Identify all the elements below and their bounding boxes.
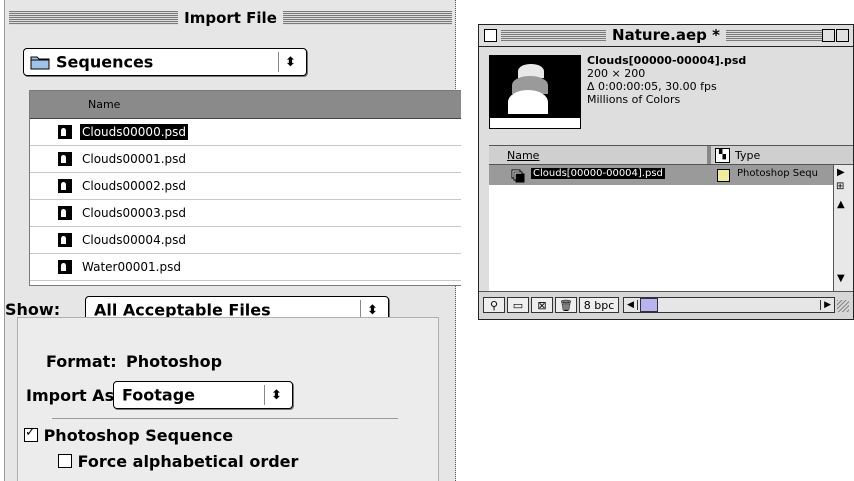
import-as-popup[interactable]: Footage ⬍ <box>113 381 293 409</box>
vertical-scrollbar[interactable]: ▶ ⊞ ▲ ▼ <box>833 165 853 291</box>
import-as-value: Footage <box>122 385 196 405</box>
flowchart-icon[interactable]: ⊞ <box>836 181 844 192</box>
new-folder-icon[interactable]: ▭ <box>507 297 529 313</box>
psd-file-icon <box>58 233 72 247</box>
footage-duration: Δ 0:00:00:05, 30.00 fps <box>587 80 717 93</box>
zoom-box-icon[interactable] <box>836 29 849 42</box>
collapse-box-icon[interactable] <box>822 29 835 42</box>
force-alphabetical-label: Force alphabetical order <box>77 452 299 471</box>
popup-arrows-icon: ⬍ <box>278 52 302 72</box>
file-row[interactable]: Clouds00001.psd <box>30 146 461 173</box>
list-header-name: Name <box>88 98 121 111</box>
file-row[interactable]: Water00001.psd <box>30 254 461 281</box>
file-row[interactable]: Clouds00003.psd <box>30 200 461 227</box>
trash-icon[interactable]: 🗑 <box>555 297 577 313</box>
footage-size: 200 × 200 <box>587 67 646 80</box>
psd-file-icon <box>58 206 72 220</box>
folder-icon <box>30 54 50 70</box>
folder-popup-label: Sequences <box>56 52 154 72</box>
project-item-type: Photoshop Sequ <box>737 168 818 179</box>
column-header-name[interactable]: Name <box>507 149 539 162</box>
list-header[interactable]: Name <box>30 91 461 119</box>
bit-depth-button[interactable]: 8 bpc <box>579 297 619 313</box>
project-title-bar[interactable]: Nature.aep * <box>479 25 853 47</box>
checkbox-unchecked-icon <box>58 454 72 468</box>
file-row[interactable]: Clouds00002.psd <box>30 173 461 200</box>
photoshop-sequence-label: Photoshop Sequence <box>43 426 234 445</box>
footage-info: Clouds[00000-00004].psd 200 × 200 Δ 0:00… <box>587 54 746 106</box>
project-window: Nature.aep * Clouds[00000-00004].psd 200… <box>478 24 854 320</box>
psd-file-icon <box>58 260 72 274</box>
project-item-name: Clouds[00000-00004].psd <box>531 168 665 179</box>
project-item-list[interactable]: Clouds[00000-00004].psd Photoshop Sequ <box>489 165 839 291</box>
psd-file-icon <box>58 152 72 166</box>
file-row-partial[interactable] <box>30 281 461 285</box>
divider <box>52 418 398 419</box>
column-header-type[interactable]: Type <box>735 149 760 162</box>
file-name: Clouds00003.psd <box>82 206 187 220</box>
file-name: Water00001.psd <box>82 260 181 274</box>
checkbox-checked-icon <box>24 425 38 442</box>
resize-grip-icon[interactable] <box>837 300 849 312</box>
psd-file-icon <box>58 179 72 193</box>
sequence-stack-icon <box>511 168 525 183</box>
format-label: Format: <box>46 352 117 371</box>
import-file-dialog: Import File Sequences ⬍ Name Clouds00000… <box>4 0 461 481</box>
new-composition-icon[interactable]: ⊠ <box>531 297 553 313</box>
dialog-title: Import File <box>178 9 283 27</box>
folder-popup[interactable]: Sequences ⬍ <box>23 48 307 76</box>
horizontal-scrollbar[interactable]: ◀ ▶ <box>623 297 835 313</box>
project-column-headers: Name ▚ Type <box>489 145 853 165</box>
footage-colors: Millions of Colors <box>587 93 681 106</box>
footage-thumbnail <box>489 55 581 129</box>
import-options-panel: Format: Photoshop Import As: Footage ⬍ P… <box>17 317 439 481</box>
project-bottom-toolbar: ⚲ ▭ ⊠ 🗑 8 bpc ◀ ▶ <box>479 291 853 319</box>
file-name: Clouds00002.psd <box>82 179 187 193</box>
file-row[interactable]: Clouds00000.psd <box>30 119 461 146</box>
scroll-down-arrow-icon[interactable]: ▼ <box>837 273 845 284</box>
popup-arrows-icon: ⬍ <box>264 385 288 405</box>
scroll-left-arrow-icon[interactable]: ◀ <box>624 300 638 310</box>
project-item-row[interactable]: Clouds[00000-00004].psd Photoshop Sequ <box>489 165 839 185</box>
flowchart-arrow-icon[interactable]: ▶ <box>837 167 845 178</box>
photoshop-sequence-checkbox[interactable]: Photoshop Sequence <box>24 425 234 445</box>
column-divider[interactable] <box>707 146 711 164</box>
label-column-icon[interactable]: ▚ <box>715 148 730 163</box>
file-row[interactable]: Clouds00004.psd <box>30 227 461 254</box>
format-value: Photoshop <box>126 352 223 371</box>
file-name: Clouds00000.psd <box>80 124 189 140</box>
file-name: Clouds00004.psd <box>82 233 187 247</box>
scroll-right-arrow-icon[interactable]: ▶ <box>820 300 834 310</box>
footage-name: Clouds[00000-00004].psd <box>587 54 747 67</box>
force-alphabetical-checkbox[interactable]: Force alphabetical order <box>58 452 298 471</box>
find-binoculars-icon[interactable]: ⚲ <box>483 297 505 313</box>
project-title: Nature.aep * <box>606 26 726 44</box>
file-name: Clouds00001.psd <box>82 152 187 166</box>
file-list[interactable]: Name Clouds00000.psd Clouds00001.psd Clo… <box>29 90 461 286</box>
psd-file-icon <box>58 125 72 139</box>
scroll-thumb[interactable] <box>639 298 658 312</box>
scroll-up-arrow-icon[interactable]: ▲ <box>837 199 845 210</box>
dialog-title-bar[interactable]: Import File <box>5 4 456 34</box>
import-as-label: Import As: <box>26 386 121 405</box>
label-color-swatch[interactable] <box>717 169 730 182</box>
